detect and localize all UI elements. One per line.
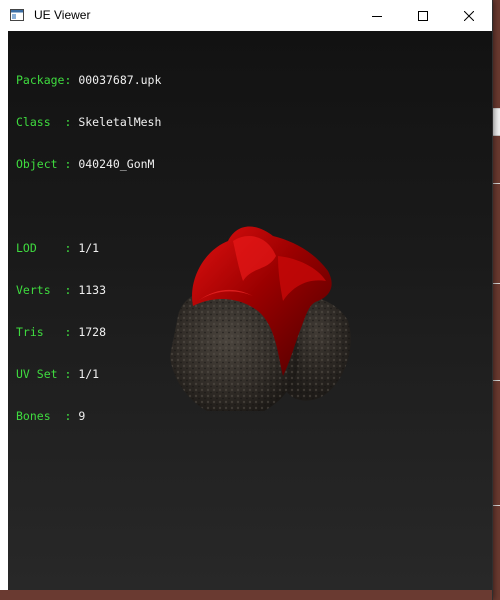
close-icon	[464, 10, 474, 21]
background-window-edge	[492, 0, 500, 600]
maximize-button[interactable]	[400, 0, 446, 31]
info-row-tris: Tris : 1728	[16, 325, 161, 339]
ue-viewer-window: UE Viewer Package: 00037687.upk Class : …	[0, 0, 492, 600]
info-row-bones: Bones : 9	[16, 409, 161, 423]
background-divider	[493, 283, 500, 284]
title-bar[interactable]: UE Viewer	[0, 0, 492, 31]
info-value: 00037687.upk	[78, 73, 162, 87]
background-panel	[492, 108, 500, 136]
info-row-lod: LOD : 1/1	[16, 241, 161, 255]
info-row-class: Class : SkeletalMesh	[16, 115, 161, 129]
info-value: 1728	[78, 325, 107, 339]
info-label: Package:	[16, 73, 79, 87]
info-label: Object :	[16, 157, 79, 171]
info-label: UV Set :	[16, 367, 79, 381]
window-title: UE Viewer	[34, 8, 91, 22]
maximize-icon	[418, 10, 428, 21]
info-value: 1/1	[78, 367, 100, 381]
info-value: 1133	[78, 283, 107, 297]
info-row-object: Object : 040240_GonM	[16, 157, 161, 171]
info-value: SkeletalMesh	[78, 115, 162, 129]
app-icon	[10, 9, 24, 21]
close-button[interactable]	[446, 0, 492, 31]
info-label: LOD :	[16, 241, 79, 255]
info-row-verts: Verts : 1133	[16, 283, 161, 297]
background-divider	[493, 380, 500, 381]
background-divider	[493, 505, 500, 506]
info-value: 9	[78, 409, 86, 423]
info-value: 040240_GonM	[78, 157, 155, 171]
info-row-package: Package: 00037687.upk	[16, 73, 161, 87]
info-label: Verts :	[16, 283, 79, 297]
skeletal-mesh-render	[170, 226, 351, 411]
minimize-button[interactable]	[354, 0, 400, 31]
3d-viewport[interactable]: Package: 00037687.upk Class : SkeletalMe…	[8, 31, 492, 590]
info-label: Class :	[16, 115, 79, 129]
desktop-background	[0, 590, 492, 600]
info-row-uvset: UV Set : 1/1	[16, 367, 161, 381]
minimize-icon	[372, 15, 382, 17]
info-label: Tris :	[16, 325, 79, 339]
mesh-info-overlay: Package: 00037687.upk Class : SkeletalMe…	[16, 45, 161, 451]
info-label: Bones :	[16, 409, 79, 423]
background-divider	[493, 183, 500, 184]
info-value: 1/1	[78, 241, 100, 255]
